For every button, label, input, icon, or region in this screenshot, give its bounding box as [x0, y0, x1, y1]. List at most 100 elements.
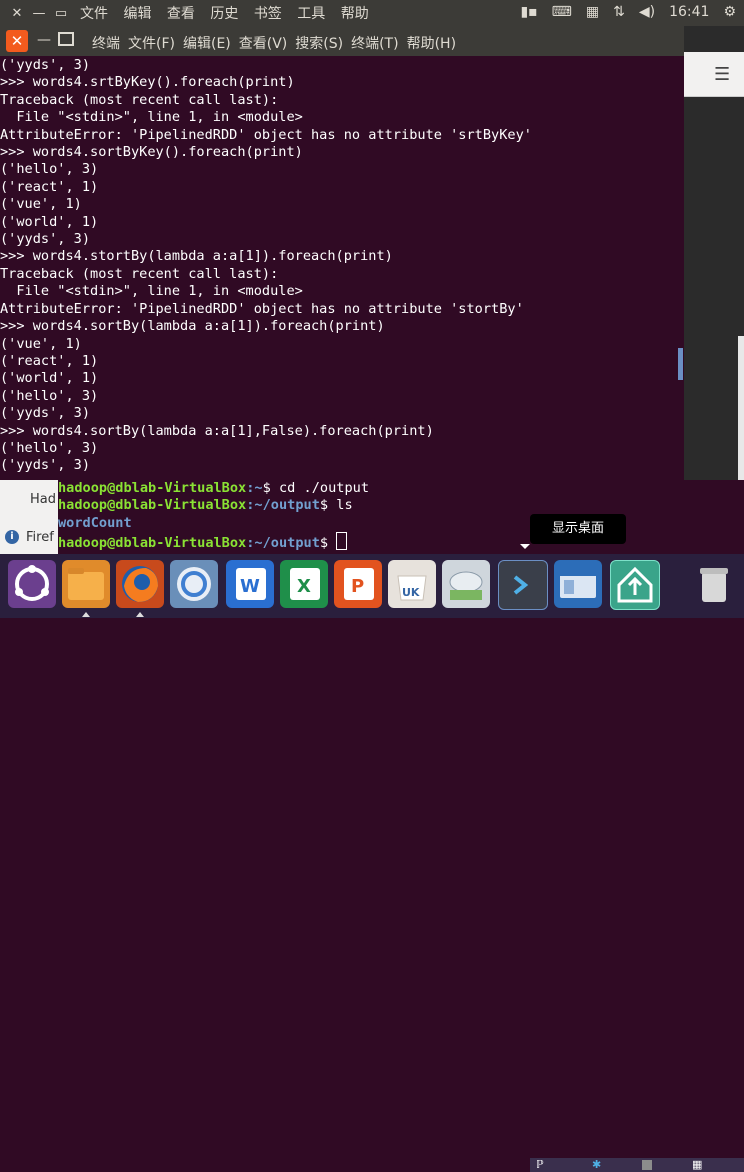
tooltip-arrow: [520, 544, 530, 549]
keyboard-icon[interactable]: ⌨: [552, 4, 572, 20]
terminal-icon[interactable]: [498, 560, 548, 610]
minimize-icon[interactable]: —: [28, 6, 50, 21]
second-terminal[interactable]: hadoop@dblab-VirtualBox:~$ cd ./output h…: [58, 480, 744, 554]
info-icon: i: [5, 530, 19, 544]
calendar-icon[interactable]: ▦: [586, 4, 599, 20]
firefox-icon[interactable]: [116, 560, 164, 608]
terminal-line: ('yyds', 3): [0, 231, 91, 248]
terminal-line: >>> words4.stortBy(lambda a:a[1]).foreac…: [0, 248, 393, 265]
menu-history[interactable]: 历史: [210, 6, 238, 22]
svg-text:X: X: [297, 576, 311, 597]
volume-icon[interactable]: ◀): [639, 4, 655, 20]
terminal-window[interactable]: ✕ — 终端 文件(F) 编辑(E) 查看(V) 搜索(S) 终端(T) 帮助(…: [0, 26, 684, 480]
terminal-line: ('hello', 3): [0, 387, 99, 404]
top-panel: ✕ — ▭ 文件 编辑 查看 历史 书签 工具 帮助 ▮▪ ⌨ ▦ ⇅ ◀) 1…: [0, 0, 744, 26]
maximize-button[interactable]: [58, 32, 74, 46]
prompt-path: :~: [246, 480, 263, 496]
transfer-icon[interactable]: ⇅: [613, 4, 625, 20]
ubuntu-icon[interactable]: [8, 560, 56, 608]
dock: W X P UK ℙ ✱ ▦: [0, 554, 744, 1172]
terminal-line: ('react', 1): [0, 352, 99, 369]
update-icon[interactable]: [610, 560, 660, 610]
menu-search[interactable]: 搜索(S): [295, 33, 343, 53]
menu-file[interactable]: 文件: [80, 6, 108, 22]
prompt-path: :~/output: [246, 535, 320, 552]
terminal-line: >>> words4.sortBy(lambda a:a[1],False).f…: [0, 422, 434, 439]
terminal-line: Traceback (most recent call last):: [0, 265, 279, 282]
terminal-line: ('yyds', 3): [0, 57, 91, 73]
hamburger-menu-icon[interactable]: ☰: [714, 64, 730, 85]
bluetooth-icon[interactable]: ✱: [592, 1158, 601, 1171]
browser-toolbar: ☰: [684, 52, 744, 97]
storage-icon[interactable]: [442, 560, 490, 608]
network-icon[interactable]: ▮▪: [520, 4, 537, 20]
excel-icon[interactable]: X: [280, 560, 328, 608]
command: $ cd ./output: [262, 480, 370, 496]
terminal-line: ('react', 1): [0, 178, 99, 195]
terminal-line: ('hello', 3): [0, 439, 99, 456]
system-tray: ℙ ✱ ▦: [530, 1158, 744, 1172]
terminal-line: File "<stdin>", line 1, in <module>: [0, 283, 303, 300]
terminal-line: ('yyds', 3): [0, 405, 91, 422]
terminal-line: ('hello', 3): [0, 161, 99, 178]
maximize-icon[interactable]: ▭: [50, 6, 72, 21]
menu-help[interactable]: 帮助(H): [407, 33, 456, 53]
show-desktop-tooltip: 显示桌面: [530, 514, 626, 544]
terminal-line: ('vue', 1): [0, 335, 82, 352]
background-window: ☰: [684, 26, 744, 546]
trash-icon[interactable]: [690, 560, 738, 608]
terminal-line: Traceback (most recent call last):: [0, 91, 279, 108]
tray-app-icon[interactable]: ℙ: [536, 1158, 544, 1171]
prompt-path: :~/output: [246, 497, 320, 514]
firefox-window-fragment: Had i Firef: [0, 480, 58, 554]
terminal-output[interactable]: ('yyds', 3) >>> words4.srtByKey().foreach…: [0, 57, 684, 475]
terminal-line: >>> words4.sortBy(lambda a:a[1]).foreach…: [0, 318, 385, 335]
minimize-button[interactable]: —: [34, 30, 54, 50]
show-desktop-icon[interactable]: [554, 560, 602, 608]
terminal-titlebar: ✕ — 终端 文件(F) 编辑(E) 查看(V) 搜索(S) 终端(T) 帮助(…: [0, 26, 684, 56]
terminal-line: >>> words4.sortByKey().foreach(print): [0, 144, 303, 161]
running-indicator: [82, 612, 90, 617]
menu-edit[interactable]: 编辑(E): [183, 33, 231, 53]
close-button[interactable]: ✕: [6, 30, 28, 52]
tab-label[interactable]: Had: [30, 492, 56, 507]
prompt-user: hadoop@dblab-VirtualBox: [58, 497, 247, 514]
menu-tools[interactable]: 工具: [297, 6, 325, 22]
settings-gear-icon[interactable]: ⚙: [723, 4, 736, 20]
close-icon[interactable]: ✕: [6, 6, 28, 21]
terminal-line: ('world', 1): [0, 370, 99, 387]
ubuntu-software-icon[interactable]: UK: [388, 560, 436, 608]
clock[interactable]: 16:41: [669, 4, 709, 20]
firefox-bar-text: Firef: [26, 530, 54, 545]
svg-text:UK: UK: [402, 586, 420, 599]
menu-file[interactable]: 文件(F): [128, 33, 175, 53]
menu-view[interactable]: 查看: [167, 6, 195, 22]
terminal-scrollbar[interactable]: [678, 348, 683, 380]
prompt-user: hadoop@dblab-VirtualBox: [58, 535, 247, 552]
command: $ ls: [319, 497, 353, 514]
battery-icon[interactable]: [642, 1160, 652, 1170]
menu-help[interactable]: 帮助: [341, 6, 369, 22]
menu-terminal-t[interactable]: 终端(T): [351, 33, 398, 53]
menu-bookmarks[interactable]: 书签: [254, 6, 282, 22]
terminal-line: ('world', 1): [0, 213, 99, 230]
prompt-user: hadoop@dblab-VirtualBox: [58, 480, 247, 496]
terminal-line: File "<stdin>", line 1, in <module>: [0, 109, 303, 126]
menu-edit[interactable]: 编辑: [123, 6, 151, 22]
chromium-icon[interactable]: [170, 560, 218, 608]
terminal-line: AttributeError: 'PipelinedRDD' object ha…: [0, 300, 524, 317]
svg-text:P: P: [351, 576, 364, 597]
ls-output: wordCount: [58, 514, 132, 531]
menu-terminal[interactable]: 终端: [92, 33, 120, 53]
files-icon[interactable]: [62, 560, 110, 608]
windows-icon[interactable]: ▦: [692, 1158, 702, 1171]
running-indicator: [136, 612, 144, 617]
menu-view[interactable]: 查看(V): [239, 33, 288, 53]
terminal-line: AttributeError: 'PipelinedRDD' object ha…: [0, 126, 532, 143]
svg-text:W: W: [240, 576, 260, 597]
powerpoint-icon[interactable]: P: [334, 560, 382, 608]
text-cursor: [336, 532, 348, 551]
terminal-line: ('yyds', 3): [0, 457, 91, 474]
command: $: [319, 535, 337, 552]
word-icon[interactable]: W: [226, 560, 274, 608]
